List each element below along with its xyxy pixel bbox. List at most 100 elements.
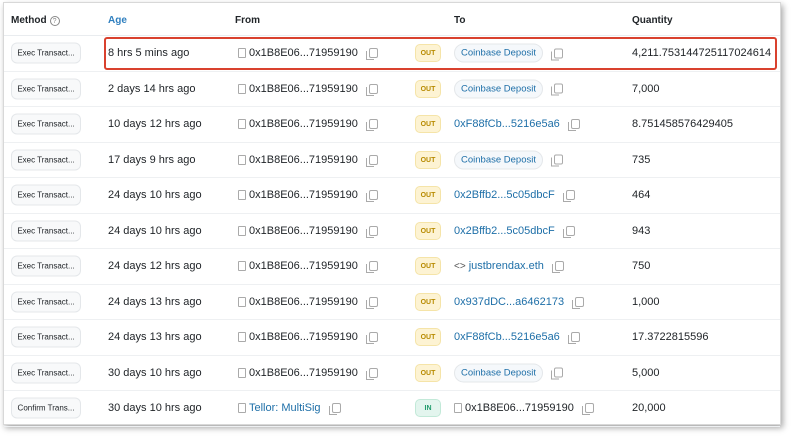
- copy-icon[interactable]: [562, 190, 575, 203]
- from-address[interactable]: 0x1B8E06...71959190: [249, 47, 358, 59]
- quantity: 1,000: [632, 295, 660, 308]
- copy-icon[interactable]: [562, 225, 575, 238]
- from-address[interactable]: 0x1B8E06...71959190: [249, 118, 358, 130]
- document-icon: [238, 83, 246, 94]
- copy-icon[interactable]: [365, 154, 378, 167]
- header-age[interactable]: Age: [108, 15, 127, 26]
- copy-icon[interactable]: [365, 83, 378, 96]
- from-address[interactable]: 0x1B8E06...71959190: [249, 260, 358, 272]
- from-cell: 0x1B8E06...71959190: [238, 118, 378, 132]
- from-cell: 0x1B8E06...71959190: [238, 331, 378, 345]
- copy-icon[interactable]: [551, 48, 563, 61]
- copy-icon[interactable]: [365, 48, 378, 61]
- document-icon: [454, 403, 462, 414]
- copy-icon[interactable]: [567, 119, 580, 132]
- to-address[interactable]: 0xF88fCb...5216e5a6: [454, 331, 560, 343]
- from-address[interactable]: 0x1B8E06...71959190: [249, 296, 358, 308]
- help-icon[interactable]: ?: [49, 16, 60, 26]
- copy-icon[interactable]: [365, 367, 378, 380]
- method-badge[interactable]: Exec Transact...: [11, 184, 81, 206]
- age: 24 days 13 hrs ago: [108, 331, 202, 344]
- method-badge[interactable]: Exec Transact...: [11, 255, 81, 277]
- age: 10 days 12 hrs ago: [108, 118, 202, 131]
- age: 24 days 10 hrs ago: [108, 189, 202, 202]
- age: 30 days 10 hrs ago: [108, 366, 202, 379]
- document-icon: [238, 367, 246, 378]
- direction-badge: OUT: [415, 328, 441, 347]
- quantity: 943: [632, 224, 651, 237]
- quantity: 4,211.753144725117024614: [632, 47, 772, 60]
- table-header: Method? Age From To Quantity: [4, 3, 780, 36]
- to-address[interactable]: justbrendax.eth: [469, 260, 544, 272]
- document-icon: [238, 261, 246, 272]
- to-cell: 0x937dDC...a6462173: [454, 296, 585, 309]
- to-address[interactable]: 0x2Bffb2...5c05dbcF: [454, 189, 555, 201]
- to-address[interactable]: Coinbase Deposit: [454, 79, 543, 99]
- copy-icon[interactable]: [328, 403, 341, 416]
- table-row: Exec Transact... 24 days 10 hrs ago 0x1B…: [4, 178, 780, 214]
- from-address[interactable]: 0x1B8E06...71959190: [249, 331, 358, 343]
- method-badge[interactable]: Exec Transact...: [11, 326, 81, 348]
- header-method: Method?: [11, 15, 60, 26]
- to-address[interactable]: Coinbase Deposit: [454, 363, 543, 383]
- method-badge[interactable]: Confirm Trans...: [11, 397, 81, 419]
- to-address[interactable]: 0x937dDC...a6462173: [454, 296, 564, 308]
- method-badge[interactable]: Exec Transact...: [11, 220, 81, 242]
- from-cell: 0x1B8E06...71959190: [238, 154, 378, 167]
- copy-icon[interactable]: [365, 225, 378, 238]
- copy-icon[interactable]: [365, 261, 378, 274]
- copy-icon[interactable]: [365, 296, 378, 309]
- copy-icon[interactable]: [365, 119, 378, 132]
- from-cell: 0x1B8E06...71959190: [238, 296, 378, 309]
- from-cell: 0x1B8E06...71959190: [238, 225, 378, 238]
- method-badge[interactable]: Exec Transact...: [11, 149, 81, 171]
- code-icon: <>: [454, 260, 466, 272]
- direction-badge: OUT: [415, 221, 441, 240]
- to-cell: Coinbase Deposit: [454, 363, 563, 383]
- from-address[interactable]: 0x1B8E06...71959190: [249, 83, 358, 95]
- table-row: Exec Transact... 17 days 9 hrs ago 0x1B8…: [4, 143, 780, 178]
- from-address[interactable]: 0x1B8E06...71959190: [249, 367, 358, 379]
- to-address[interactable]: 0xF88fCb...5216e5a6: [454, 118, 560, 130]
- copy-icon[interactable]: [551, 261, 564, 274]
- to-cell: 0x1B8E06...71959190: [454, 402, 594, 416]
- method-badge[interactable]: Exec Transact...: [11, 42, 81, 64]
- copy-icon[interactable]: [551, 367, 563, 380]
- method-badge[interactable]: Exec Transact...: [11, 78, 81, 100]
- from-address[interactable]: 0x1B8E06...71959190: [249, 225, 358, 237]
- method-badge[interactable]: Exec Transact...: [11, 291, 81, 313]
- copy-icon[interactable]: [551, 154, 563, 167]
- from-address[interactable]: 0x1B8E06...71959190: [249, 189, 358, 201]
- copy-icon[interactable]: [365, 190, 378, 203]
- to-address[interactable]: Coinbase Deposit: [454, 43, 543, 63]
- age: 24 days 10 hrs ago: [108, 224, 202, 237]
- quantity: 464: [632, 189, 651, 202]
- copy-icon[interactable]: [572, 296, 585, 309]
- method-badge[interactable]: Exec Transact...: [11, 362, 81, 384]
- from-address[interactable]: Tellor: MultiSig: [249, 402, 321, 414]
- to-address[interactable]: 0x1B8E06...71959190: [465, 402, 574, 414]
- copy-icon[interactable]: [551, 83, 563, 96]
- copy-icon[interactable]: [567, 332, 580, 345]
- quantity: 17.3722815596: [632, 331, 709, 344]
- quantity: 8.751458576429405: [632, 118, 733, 131]
- from-address[interactable]: 0x1B8E06...71959190: [249, 154, 358, 166]
- table-row: Exec Transact... 10 days 12 hrs ago 0x1B…: [4, 107, 780, 143]
- document-icon: [238, 154, 246, 165]
- to-address[interactable]: 0x2Bffb2...5c05dbcF: [454, 225, 555, 237]
- from-cell: 0x1B8E06...71959190: [238, 367, 378, 380]
- quantity: 20,000: [632, 402, 666, 415]
- table-row: Exec Transact... 24 days 13 hrs ago 0x1B…: [4, 285, 780, 320]
- direction-badge: OUT: [415, 79, 441, 98]
- method-badge[interactable]: Exec Transact...: [11, 113, 81, 135]
- copy-icon[interactable]: [365, 332, 378, 345]
- quantity: 750: [632, 260, 651, 273]
- copy-icon[interactable]: [581, 403, 594, 416]
- to-cell: Coinbase Deposit: [454, 43, 563, 63]
- document-icon: [238, 190, 246, 201]
- to-cell: 0xF88fCb...5216e5a6: [454, 331, 580, 345]
- to-cell: <> justbrendax.eth: [454, 260, 564, 274]
- to-address[interactable]: Coinbase Deposit: [454, 150, 543, 170]
- table-row: Confirm Trans... 30 days 10 hrs ago Tell…: [4, 391, 780, 427]
- quantity: 735: [632, 153, 651, 166]
